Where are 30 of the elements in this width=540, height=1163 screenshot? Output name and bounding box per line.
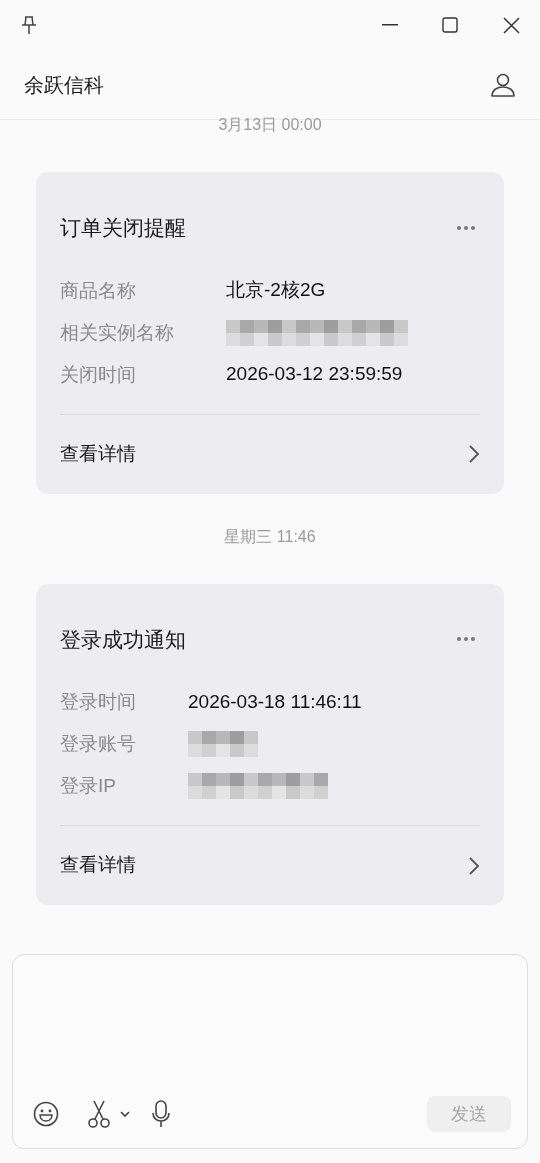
more-icon[interactable] <box>456 636 476 643</box>
person-icon[interactable] <box>490 71 516 98</box>
timestamp: 3月13日 00:00 <box>218 115 322 135</box>
field-label: 商品名称 <box>60 278 137 303</box>
field-value: 2026-03-12 23:59:59 <box>226 362 403 387</box>
field-label: 登录账号 <box>60 732 136 756</box>
field-label: 登录时间 <box>60 690 136 714</box>
card-title: 订单关闭提醒 <box>60 215 186 241</box>
more-icon[interactable] <box>456 224 476 231</box>
microphone-icon[interactable] <box>151 1100 171 1128</box>
emoji-icon[interactable] <box>33 1101 59 1127</box>
view-details-link[interactable]: 查看详情 <box>60 851 136 880</box>
pin-icon[interactable] <box>20 15 38 35</box>
caret-icon[interactable] <box>119 1110 131 1118</box>
timestamp: 星期三 11:46 <box>224 526 316 547</box>
close-icon[interactable] <box>503 16 520 34</box>
field-value: 2026-03-18 11:46:11 <box>188 689 362 714</box>
chevron-right-icon[interactable] <box>468 855 480 876</box>
field-label: 登录IP <box>60 774 117 798</box>
field-value: 北京-2核2G <box>226 278 326 303</box>
maximize-icon[interactable] <box>442 17 458 33</box>
chat-title: 余跃信科 <box>24 72 104 98</box>
view-details-link[interactable]: 查看详情 <box>60 439 136 469</box>
minimize-icon[interactable] <box>382 24 398 26</box>
card-title: 登录成功通知 <box>60 626 186 653</box>
field-label: 相关实例名称 <box>60 320 174 345</box>
field-label: 关闭时间 <box>60 362 137 387</box>
blurred-value <box>188 731 258 757</box>
scissors-icon[interactable] <box>87 1100 111 1128</box>
chevron-right-icon[interactable] <box>468 444 480 464</box>
